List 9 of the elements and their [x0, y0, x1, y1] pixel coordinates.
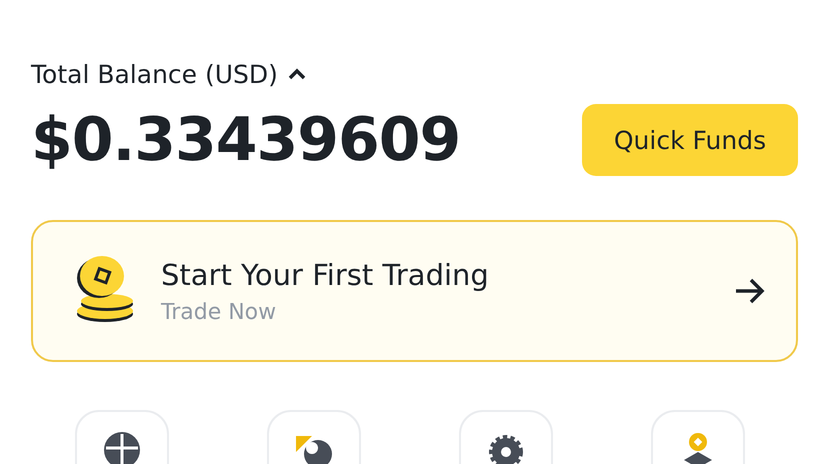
balance-amount: $0.33439609	[31, 105, 460, 175]
caret-icon[interactable]	[288, 68, 306, 80]
trading-banner[interactable]: Start Your First Trading Trade Now	[31, 220, 798, 362]
banner-title: Start Your First Trading	[161, 258, 490, 292]
quick-funds-button[interactable]: Quick Funds	[582, 104, 798, 176]
balance-label: Total Balance (USD)	[31, 60, 278, 88]
globe-icon	[102, 430, 142, 464]
arrow-right-icon	[734, 278, 766, 304]
banner-subtitle: Trade Now	[161, 300, 278, 324]
